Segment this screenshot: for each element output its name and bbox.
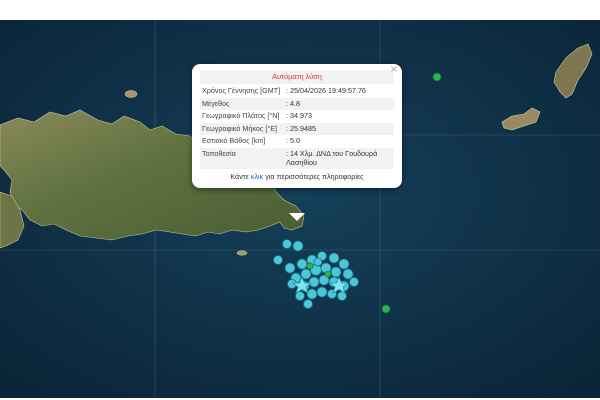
event-info-popup: × Αυτόματη λύση Χρόνος Γέννησης [GMT] : … — [192, 64, 402, 189]
table-row: Μέγεθος : 4.8 — [200, 97, 394, 111]
event-marker[interactable] — [330, 266, 342, 278]
popup-tip — [289, 213, 305, 221]
event-marker[interactable] — [308, 276, 320, 288]
event-marker[interactable] — [316, 286, 328, 298]
event-marker[interactable] — [303, 299, 313, 309]
old-event-marker[interactable] — [381, 304, 391, 314]
event-marker[interactable] — [273, 255, 283, 265]
location-label: Τοποθεσία — [200, 147, 284, 170]
event-marker[interactable] — [342, 268, 354, 280]
more-info-suffix: για περισσότερες πληροφορίες — [263, 172, 364, 182]
event-marker[interactable] — [338, 258, 350, 270]
magnitude-value: : 4.8 — [284, 97, 394, 111]
old-event-marker[interactable] — [324, 270, 332, 278]
more-info-line: Κάντε κλικ για περισσότερες πληροφορίες — [200, 172, 394, 181]
event-marker[interactable] — [306, 288, 318, 300]
longitude-value: : 25.9485 — [284, 122, 394, 136]
table-row: Γεωγραφικό Πλάτος [°N] : 34.973 — [200, 110, 394, 123]
popup-title: Αυτόματη λύση — [200, 70, 394, 84]
event-marker[interactable] — [284, 262, 296, 274]
old-event-marker[interactable] — [306, 262, 314, 270]
close-icon[interactable]: × — [390, 65, 398, 75]
event-marker[interactable] — [296, 258, 308, 270]
longitude-label: Γεωγραφικό Μήκος [°E] — [200, 122, 284, 136]
location-value: : 14 Χλμ. ΔΝΔ του Γουδουρά Λασηθίου — [284, 147, 394, 170]
more-info-link[interactable]: κλικ — [251, 172, 263, 181]
latitude-value: : 34.973 — [284, 110, 394, 123]
table-row: Χρόνος Γέννησης [GMT] : 25/04/2026 19:49… — [200, 85, 394, 98]
event-info-table: Χρόνος Γέννησης [GMT] : 25/04/2026 19:49… — [200, 85, 394, 170]
origin-time-value: : 25/04/2026 19:49:57.76 — [284, 85, 394, 98]
depth-value: : 5.0 — [284, 135, 394, 148]
event-marker[interactable] — [349, 277, 359, 287]
table-row: Γεωγραφικό Μήκος [°E] : 25.9485 — [200, 122, 394, 136]
event-marker[interactable] — [292, 240, 304, 252]
island-small-2 — [236, 250, 248, 256]
event-marker[interactable] — [313, 257, 323, 267]
depth-label: Εστιακό Βάθος [km] — [200, 135, 284, 148]
table-row: Εστιακό Βάθος [km] : 5.0 — [200, 135, 394, 148]
magnitude-label: Μέγεθος — [200, 97, 284, 111]
origin-time-label: Χρόνος Γέννησης [GMT] — [200, 85, 284, 98]
table-row: Τοποθεσία : 14 Χλμ. ΔΝΔ του Γουδουρά Λασ… — [200, 147, 394, 170]
event-marker[interactable] — [282, 239, 292, 249]
event-marker[interactable] — [328, 252, 340, 264]
latitude-label: Γεωγραφικό Πλάτος [°N] — [200, 110, 284, 123]
more-info-prefix: Κάντε — [230, 172, 251, 182]
old-event-marker[interactable] — [432, 72, 442, 82]
island-small-1 — [124, 90, 138, 98]
